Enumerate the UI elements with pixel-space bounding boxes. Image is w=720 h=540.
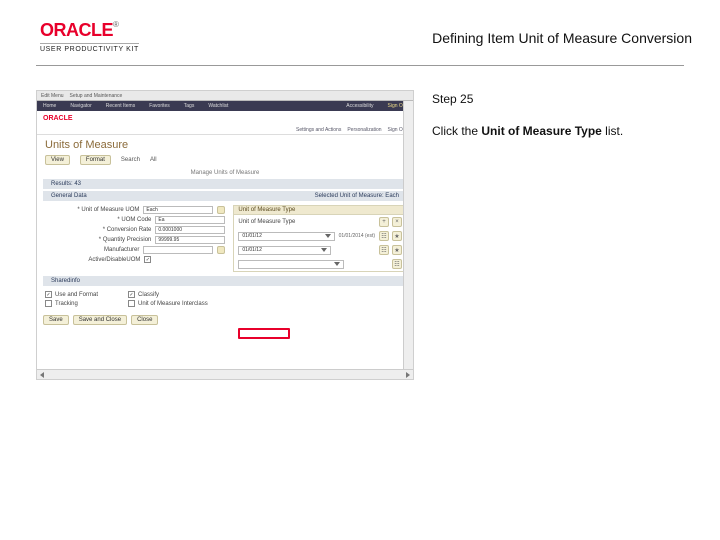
oracle-tm: ® <box>113 20 119 29</box>
product-name: USER PRODUCTIVITY KIT <box>40 43 139 53</box>
chk-label: Tracking <box>55 301 78 307</box>
active-label: Active/DisableUOM <box>45 257 140 263</box>
uom-type-dropdown-2[interactable]: 01/01/12 <box>238 246 331 255</box>
uom-type-row-label: Unit of Measure Type <box>238 219 375 225</box>
results-bar: Results: 43 <box>43 179 407 189</box>
browser-tab[interactable]: Setup and Maintenance <box>70 93 123 99</box>
form-left: * Unit of Measure UOM Each * UOM Code Ea… <box>43 205 227 272</box>
sharedinfo-bar: Sharedinfo <box>43 276 407 286</box>
app-screenshot: Edit Menu Setup and Maintenance Home Nav… <box>36 90 414 380</box>
lookup-icon[interactable] <box>217 246 225 254</box>
chevron-down-icon <box>321 248 327 252</box>
screen-title: Units of Measure <box>37 135 413 153</box>
bottom-buttons: Save Save and Close Close <box>37 313 413 327</box>
dd-value: 01/01/12 <box>242 247 261 253</box>
sharedinfo-block: ✓Use and Format Tracking ✓Classify Unit … <box>37 288 413 310</box>
instr-bold: Unit of Measure Type <box>481 124 601 138</box>
app-brandbar: ORACLE <box>37 111 413 125</box>
instruction-text: Click the Unit of Measure Type list. <box>432 124 692 138</box>
selected-uom-label: Selected Unit of Measure: Each <box>315 193 399 199</box>
active-checkbox[interactable]: ✓ <box>144 256 151 263</box>
format-button[interactable]: Format <box>80 155 111 165</box>
star-icon[interactable]: ★ <box>392 245 402 255</box>
page-title: Defining Item Unit of Measure Conversion <box>432 30 692 46</box>
scroll-right-icon[interactable] <box>406 372 410 378</box>
step-label: Step 25 <box>432 92 692 106</box>
general-data-bar: General Data Selected Unit of Measure: E… <box>43 191 407 201</box>
checkbox[interactable]: ✓ <box>128 291 135 298</box>
calendar-icon[interactable]: ☷ <box>379 231 389 241</box>
remove-icon[interactable]: × <box>392 217 402 227</box>
dd-value: 01/01/12 <box>242 233 261 239</box>
close-button[interactable]: Close <box>131 315 158 325</box>
checkbox[interactable] <box>128 300 135 307</box>
chevron-down-icon <box>325 234 331 238</box>
app-menubar: Home Navigator Recent Items Favorites Ta… <box>37 101 413 111</box>
breadcrumb: Settings and Actions Personalization Sig… <box>37 125 413 135</box>
browser-chrome: Edit Menu Setup and Maintenance <box>37 91 413 101</box>
general-data-label: General Data <box>51 193 87 199</box>
manufacturer-label: Manufacturer <box>45 247 139 253</box>
chevron-down-icon <box>334 262 340 266</box>
chk-label: Classify <box>138 292 159 298</box>
instr-prefix: Click the <box>432 124 481 138</box>
checkbox[interactable] <box>45 300 52 307</box>
accessibility-link[interactable]: Accessibility <box>346 103 373 109</box>
scrollbar-vertical[interactable] <box>403 101 413 369</box>
scroll-left-icon[interactable] <box>40 372 44 378</box>
menu-item[interactable]: Tags <box>184 103 195 109</box>
chk-label: Use and Format <box>55 292 98 298</box>
highlight-box <box>238 328 290 339</box>
uom-type-panel: Unit of Measure Type Unit of Measure Typ… <box>233 205 407 272</box>
calendar-icon[interactable]: ☷ <box>379 245 389 255</box>
crumb-link[interactable]: Settings and Actions <box>296 127 341 133</box>
chk-label: Unit of Measure Interclass <box>138 301 208 307</box>
menu-item[interactable]: Watchlist <box>208 103 228 109</box>
menu-item[interactable]: Favorites <box>149 103 170 109</box>
conv-rate-input[interactable]: 0.0001000 <box>155 226 225 234</box>
save-close-button[interactable]: Save and Close <box>73 315 127 325</box>
save-button[interactable]: Save <box>43 315 69 325</box>
date-range: 01/01/2014 (est) <box>339 233 375 239</box>
search-value: All <box>150 157 157 163</box>
panel-header: Unit of Measure Type <box>234 206 406 215</box>
qty-precision-label: * Quantity Precision <box>45 237 151 243</box>
qty-precision-input[interactable]: 99999.95 <box>155 236 225 244</box>
uom-type-list[interactable] <box>238 260 344 269</box>
menu-item[interactable]: Recent Items <box>106 103 135 109</box>
browser-tab[interactable]: Edit Menu <box>41 93 64 99</box>
crumb-link[interactable]: Personalization <box>347 127 381 133</box>
conv-rate-label: * Conversion Rate <box>45 227 151 233</box>
view-button[interactable]: View <box>45 155 70 165</box>
uom-type-dropdown-1[interactable]: 01/01/12 <box>238 232 334 241</box>
uom-code-input[interactable]: Ea <box>155 216 225 224</box>
manufacturer-input[interactable] <box>143 246 213 254</box>
oracle-logo: ORACLE <box>40 20 113 40</box>
uom-label: * Unit of Measure UOM <box>45 207 139 213</box>
search-label: Search <box>121 157 140 163</box>
star-icon[interactable]: ★ <box>392 231 402 241</box>
instr-suffix: list. <box>602 124 623 138</box>
toolbar: View Format Search All <box>37 153 413 169</box>
context-text: Manage Units of Measure <box>37 169 413 177</box>
brand-block: ORACLE® USER PRODUCTIVITY KIT <box>40 20 139 53</box>
checkbox[interactable]: ✓ <box>45 291 52 298</box>
add-icon[interactable]: + <box>379 217 389 227</box>
calendar-icon[interactable]: ☷ <box>392 259 402 269</box>
uom-code-label: * UOM Code <box>45 217 151 223</box>
uom-input[interactable]: Each <box>143 206 213 214</box>
oracle-logo: ORACLE <box>43 115 73 122</box>
menu-item[interactable]: Navigator <box>70 103 91 109</box>
lookup-icon[interactable] <box>217 206 225 214</box>
menu-item[interactable]: Home <box>43 103 56 109</box>
scrollbar-horizontal[interactable] <box>37 369 413 379</box>
instruction-panel: Step 25 Click the Unit of Measure Type l… <box>432 90 692 380</box>
